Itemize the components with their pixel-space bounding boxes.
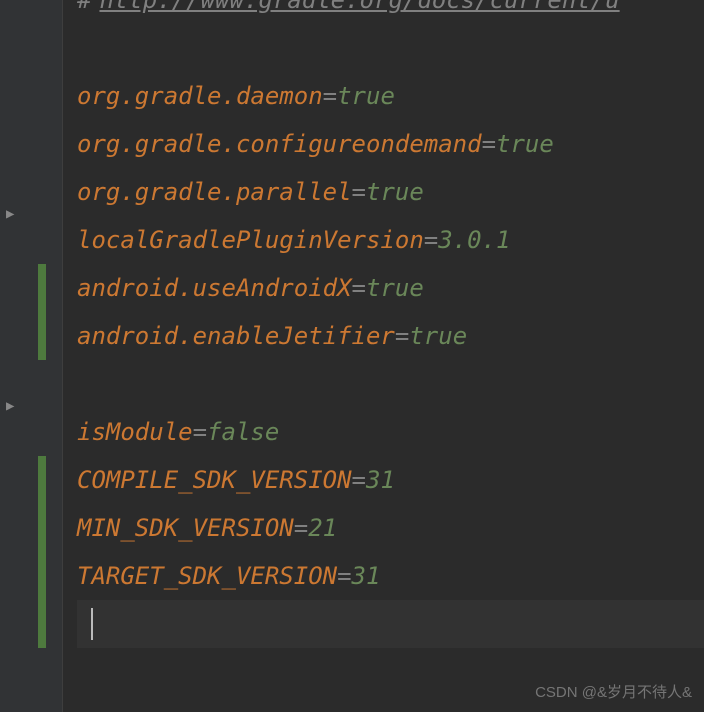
equals-sign: = xyxy=(193,418,207,446)
blank-line xyxy=(77,360,704,408)
code-line-comment: # http://www.gradle.org/docs/current/u xyxy=(77,0,704,24)
property-value: true xyxy=(337,82,395,110)
property-key: android.enableJetifier xyxy=(77,322,395,350)
equals-sign: = xyxy=(395,322,409,350)
equals-sign: = xyxy=(323,82,337,110)
watermark: CSDN @&岁月不待人& xyxy=(535,681,692,702)
equals-sign: = xyxy=(482,130,496,158)
editor-container: ▶ ▶ # http://www.gradle.org/docs/current… xyxy=(0,0,704,712)
code-line: localGradlePluginVersion=3.0.1 xyxy=(77,216,704,264)
code-area[interactable]: # http://www.gradle.org/docs/current/u o… xyxy=(62,0,704,712)
property-value: true xyxy=(409,322,467,350)
property-key: android.useAndroidX xyxy=(77,274,352,302)
comment-url: http://www.gradle.org/docs/current/u xyxy=(99,0,619,14)
equals-sign: = xyxy=(352,466,366,494)
property-key: MIN_SDK_VERSION xyxy=(77,514,294,542)
equals-sign: = xyxy=(337,562,351,590)
change-marker xyxy=(38,264,46,360)
current-line xyxy=(77,600,704,648)
property-value: true xyxy=(496,130,554,158)
property-key: localGradlePluginVersion xyxy=(77,226,424,254)
fold-arrow-icon[interactable]: ▶ xyxy=(6,206,14,222)
code-line: android.enableJetifier=true xyxy=(77,312,704,360)
fold-arrow-icon[interactable]: ▶ xyxy=(6,398,14,414)
property-key: TARGET_SDK_VERSION xyxy=(77,562,337,590)
code-line: org.gradle.parallel=true xyxy=(77,168,704,216)
code-line: COMPILE_SDK_VERSION=31 xyxy=(77,456,704,504)
property-value: 3.0.1 xyxy=(438,226,510,254)
code-line: TARGET_SDK_VERSION=31 xyxy=(77,552,704,600)
property-value: true xyxy=(366,274,424,302)
code-line: isModule=false xyxy=(77,408,704,456)
code-line: org.gradle.daemon=true xyxy=(77,72,704,120)
blank-line xyxy=(77,24,704,72)
property-value: false xyxy=(207,418,279,446)
change-marker xyxy=(38,456,46,648)
equals-sign: = xyxy=(424,226,438,254)
property-key: org.gradle.parallel xyxy=(77,178,352,206)
equals-sign: = xyxy=(294,514,308,542)
code-line: MIN_SDK_VERSION=21 xyxy=(77,504,704,552)
property-key: isModule xyxy=(77,418,193,446)
gutter: ▶ ▶ xyxy=(0,0,62,712)
code-line: android.useAndroidX=true xyxy=(77,264,704,312)
property-value: 21 xyxy=(308,514,337,542)
property-key: org.gradle.daemon xyxy=(77,82,323,110)
comment-hash: # xyxy=(77,0,91,14)
property-value: true xyxy=(366,178,424,206)
equals-sign: = xyxy=(352,178,366,206)
equals-sign: = xyxy=(352,274,366,302)
property-value: 31 xyxy=(352,562,381,590)
property-key: org.gradle.configureondemand xyxy=(77,130,482,158)
code-line: org.gradle.configureondemand=true xyxy=(77,120,704,168)
text-cursor xyxy=(91,608,93,640)
property-value: 31 xyxy=(366,466,395,494)
property-key: COMPILE_SDK_VERSION xyxy=(77,466,352,494)
